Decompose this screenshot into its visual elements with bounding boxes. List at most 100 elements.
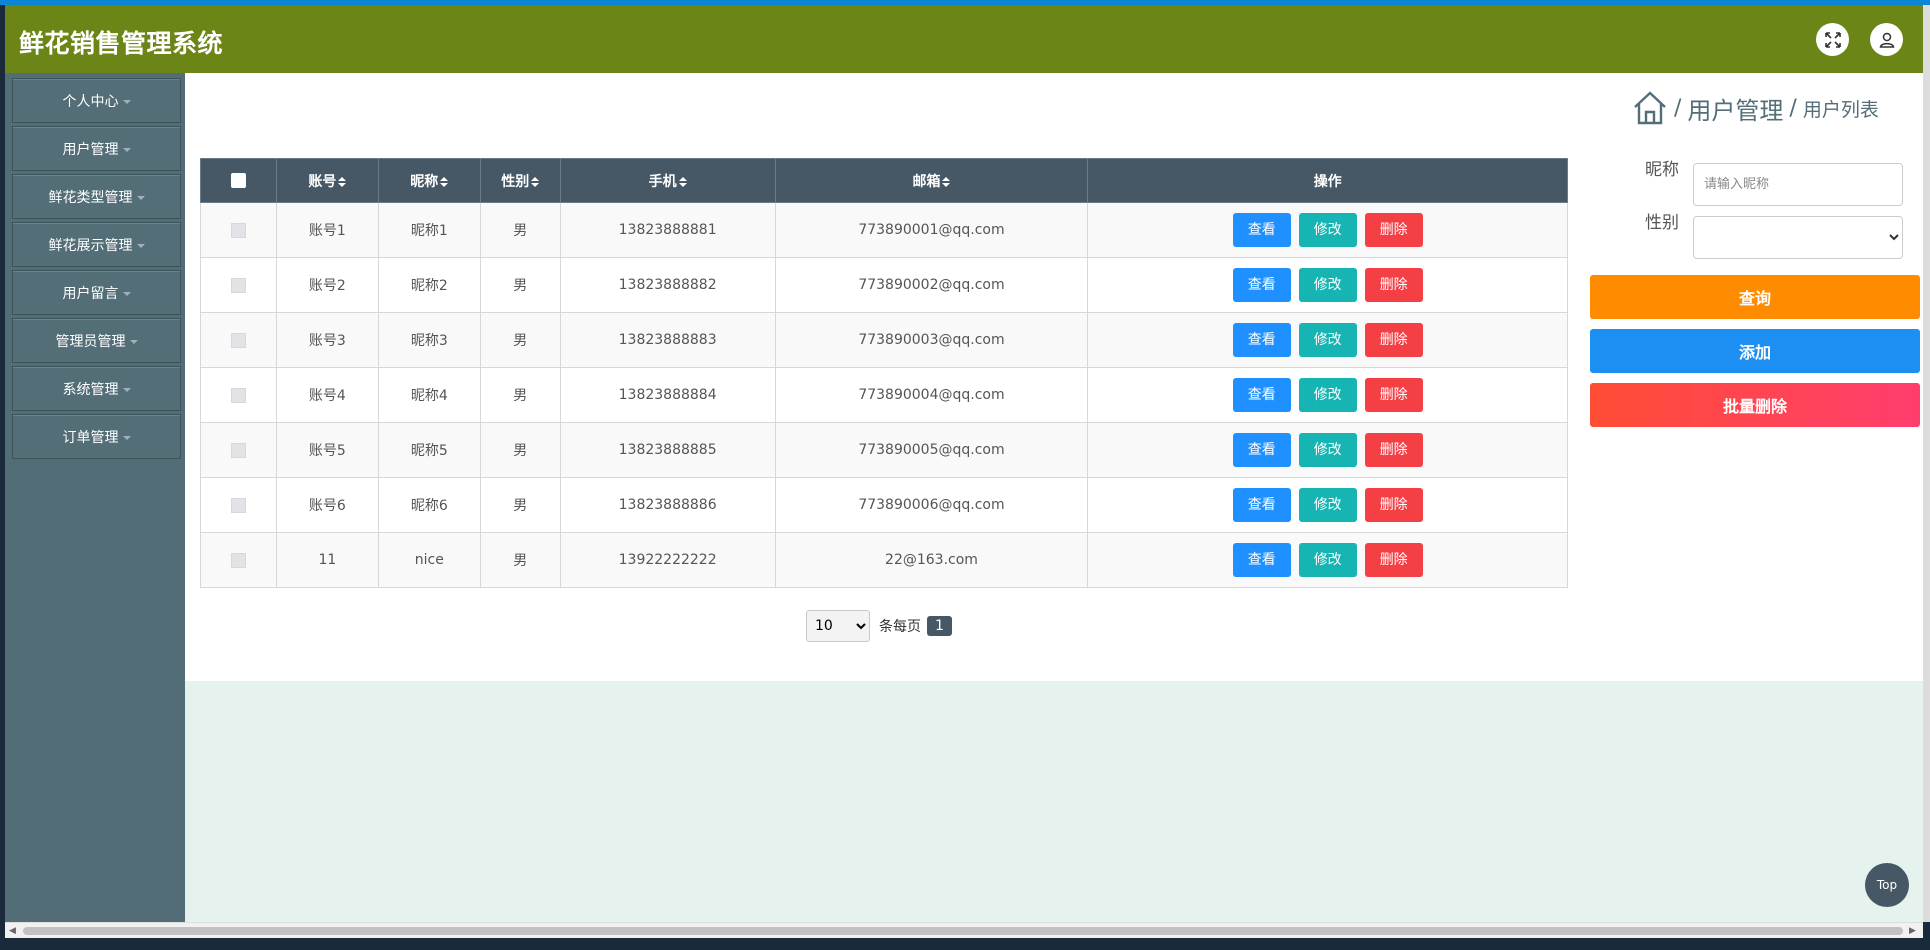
page-number-current[interactable]: 1 bbox=[927, 616, 952, 636]
sort-icon bbox=[338, 176, 347, 187]
delete-button[interactable]: 删除 bbox=[1364, 488, 1423, 522]
scroll-right-icon[interactable]: ▶ bbox=[1909, 926, 1916, 936]
column-header-actions: 操作 bbox=[1087, 158, 1568, 203]
account-cell: 账号1 bbox=[275, 202, 379, 258]
sidebar-item-flower-display[interactable]: 鲜花展示管理 bbox=[12, 222, 181, 267]
sort-icon bbox=[531, 176, 540, 187]
sidebar-item-flower-type[interactable]: 鲜花类型管理 bbox=[12, 174, 181, 219]
breadcrumb-separator: / bbox=[1674, 95, 1682, 121]
breadcrumb: / 用户管理 / 用户列表 bbox=[1632, 88, 1879, 128]
gender-select[interactable] bbox=[1693, 216, 1903, 259]
query-button[interactable]: 查询 bbox=[1590, 275, 1920, 319]
delete-button[interactable]: 删除 bbox=[1364, 378, 1423, 412]
edit-button[interactable]: 修改 bbox=[1298, 268, 1357, 302]
nickname-cell: 昵称3 bbox=[377, 312, 481, 368]
view-button[interactable]: 查看 bbox=[1232, 378, 1291, 412]
edit-button[interactable]: 修改 bbox=[1298, 543, 1357, 577]
delete-button[interactable]: 删除 bbox=[1364, 323, 1423, 357]
sidebar-item-label: 鲜花类型管理 bbox=[48, 189, 133, 206]
row-checkbox[interactable] bbox=[230, 332, 246, 348]
scroll-left-icon[interactable]: ◀ bbox=[9, 926, 16, 936]
column-header-phone[interactable]: 手机 bbox=[559, 158, 776, 203]
expand-icon bbox=[1824, 31, 1841, 48]
row-checkbox[interactable] bbox=[230, 222, 246, 238]
view-button[interactable]: 查看 bbox=[1232, 268, 1291, 302]
table-header-row: 账号 昵称 性别 手机 邮箱 操作 bbox=[200, 158, 1568, 203]
delete-button[interactable]: 删除 bbox=[1364, 543, 1423, 577]
row-select-cell bbox=[200, 477, 277, 533]
caret-down-icon bbox=[136, 195, 145, 200]
nickname-cell: 昵称5 bbox=[377, 422, 481, 478]
sidebar-item-admin-management[interactable]: 管理员管理 bbox=[12, 318, 181, 363]
view-button[interactable]: 查看 bbox=[1232, 433, 1291, 467]
edit-button[interactable]: 修改 bbox=[1298, 323, 1357, 357]
delete-button[interactable]: 删除 bbox=[1364, 213, 1423, 247]
view-button[interactable]: 查看 bbox=[1232, 543, 1291, 577]
select-all-header[interactable] bbox=[200, 158, 277, 203]
table-row: 账号5 昵称5 男 13823888885 773890005@qq.com 查… bbox=[200, 422, 1568, 478]
horizontal-scrollbar[interactable]: ◀ ▶ bbox=[5, 922, 1923, 938]
sidebar-item-system-management[interactable]: 系统管理 bbox=[12, 366, 181, 411]
row-select-cell bbox=[200, 367, 277, 423]
delete-button[interactable]: 删除 bbox=[1364, 268, 1423, 302]
sidebar-item-user-messages[interactable]: 用户留言 bbox=[12, 270, 181, 315]
back-to-top-button[interactable]: Top bbox=[1865, 863, 1909, 907]
add-button[interactable]: 添加 bbox=[1590, 329, 1920, 373]
sidebar-item-personal-center[interactable]: 个人中心 bbox=[12, 78, 181, 123]
breadcrumb-separator: / bbox=[1789, 95, 1797, 121]
sidebar-item-label: 鲜花展示管理 bbox=[48, 237, 133, 254]
sidebar-item-order-management[interactable]: 订单管理 bbox=[12, 414, 181, 459]
nickname-search-input[interactable] bbox=[1693, 163, 1903, 206]
home-icon[interactable] bbox=[1632, 90, 1668, 126]
actions-cell: 查看 修改 删除 bbox=[1087, 477, 1568, 533]
row-checkbox[interactable] bbox=[230, 552, 246, 568]
fullscreen-button[interactable] bbox=[1816, 23, 1849, 56]
caret-down-icon bbox=[122, 147, 131, 152]
column-header-gender[interactable]: 性别 bbox=[479, 158, 561, 203]
batch-delete-button[interactable]: 批量删除 bbox=[1590, 383, 1920, 427]
row-checkbox[interactable] bbox=[230, 387, 246, 403]
phone-cell: 13823888884 bbox=[559, 367, 776, 423]
email-cell: 773890004@qq.com bbox=[774, 367, 1089, 423]
sidebar: 个人中心 用户管理 鲜花类型管理 鲜花展示管理 用户留言 管理员管理 系统管理 … bbox=[5, 73, 185, 922]
actions-cell: 查看 修改 删除 bbox=[1087, 422, 1568, 478]
table-row: 账号2 昵称2 男 13823888882 773890002@qq.com 查… bbox=[200, 257, 1568, 313]
edit-button[interactable]: 修改 bbox=[1298, 488, 1357, 522]
vertical-scrollbar[interactable] bbox=[1923, 5, 1930, 922]
account-cell: 账号4 bbox=[275, 367, 379, 423]
page-size-select[interactable]: 10 bbox=[806, 610, 870, 642]
view-button[interactable]: 查看 bbox=[1232, 488, 1291, 522]
account-cell: 账号6 bbox=[275, 477, 379, 533]
select-all-checkbox[interactable] bbox=[230, 173, 246, 188]
user-menu-button[interactable] bbox=[1870, 23, 1903, 56]
app-title: 鲜花销售管理系统 bbox=[19, 29, 224, 58]
edit-button[interactable]: 修改 bbox=[1298, 433, 1357, 467]
phone-cell: 13922222222 bbox=[559, 532, 776, 588]
edit-button[interactable]: 修改 bbox=[1298, 213, 1357, 247]
nickname-cell: 昵称4 bbox=[377, 367, 481, 423]
view-button[interactable]: 查看 bbox=[1232, 213, 1291, 247]
email-cell: 773890003@qq.com bbox=[774, 312, 1089, 368]
row-checkbox[interactable] bbox=[230, 497, 246, 513]
account-cell: 账号5 bbox=[275, 422, 379, 478]
row-checkbox[interactable] bbox=[230, 277, 246, 293]
pagination: 10 条每页 1 bbox=[806, 610, 952, 642]
row-checkbox[interactable] bbox=[230, 442, 246, 458]
column-header-account[interactable]: 账号 bbox=[275, 158, 379, 203]
column-header-nickname[interactable]: 昵称 bbox=[377, 158, 481, 203]
delete-button[interactable]: 删除 bbox=[1364, 433, 1423, 467]
column-header-email[interactable]: 邮箱 bbox=[774, 158, 1089, 203]
sort-icon bbox=[440, 176, 449, 187]
breadcrumb-user-list: 用户列表 bbox=[1802, 98, 1879, 121]
breadcrumb-user-management[interactable]: 用户管理 bbox=[1687, 91, 1783, 126]
edit-button[interactable]: 修改 bbox=[1298, 378, 1357, 412]
scrollbar-thumb[interactable] bbox=[23, 927, 1903, 935]
sidebar-item-label: 系统管理 bbox=[62, 381, 119, 398]
view-button[interactable]: 查看 bbox=[1232, 323, 1291, 357]
caret-down-icon bbox=[122, 99, 131, 104]
sort-icon bbox=[942, 176, 951, 187]
column-label: 邮箱 bbox=[912, 173, 941, 190]
nickname-cell: nice bbox=[377, 532, 481, 588]
sidebar-item-user-management[interactable]: 用户管理 bbox=[12, 126, 181, 171]
column-label: 手机 bbox=[648, 173, 677, 190]
